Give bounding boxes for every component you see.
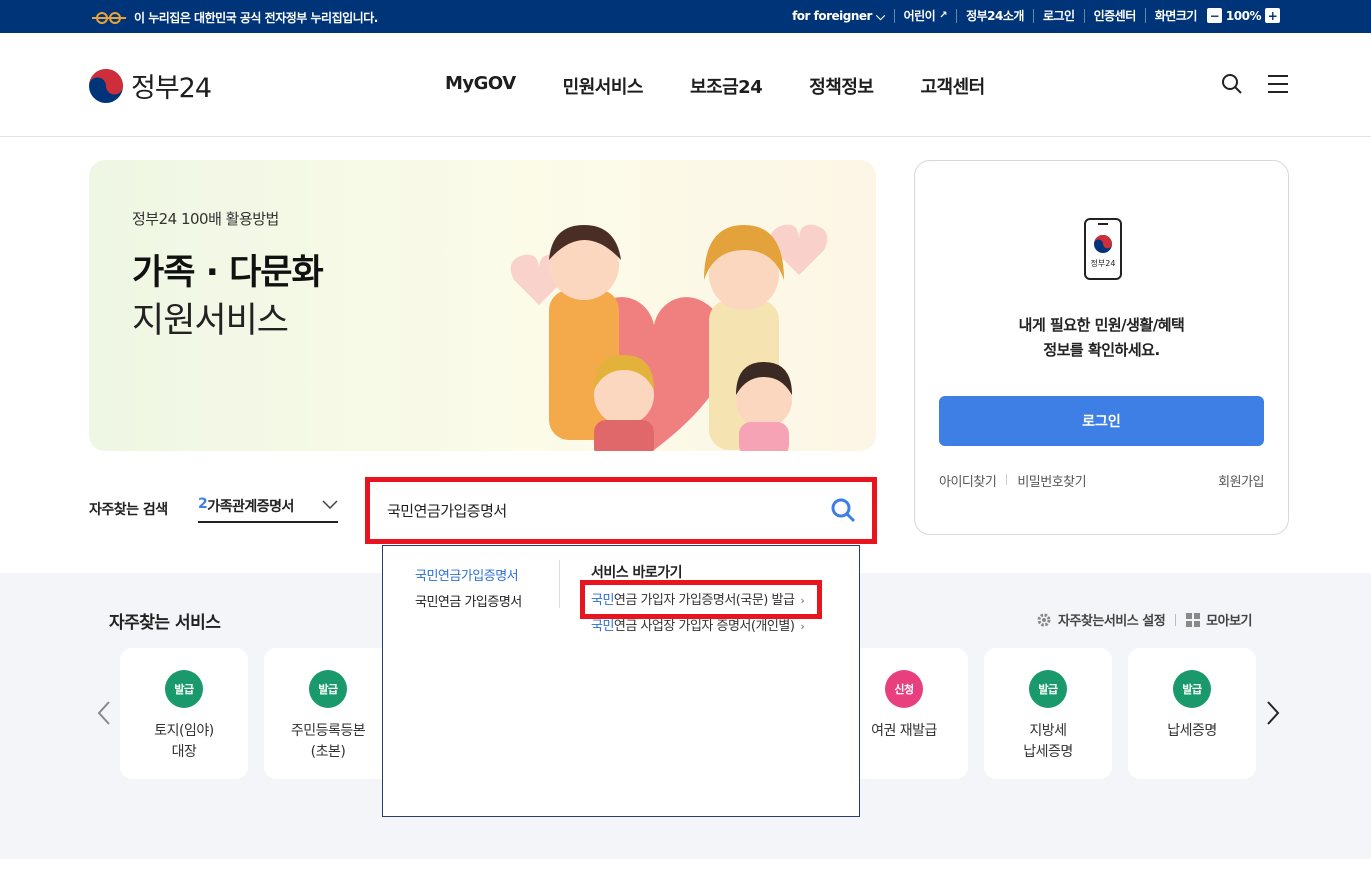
zoom-control: 화면크기 − 100% + — [1144, 8, 1289, 23]
carousel-prev-arrow[interactable] — [96, 700, 112, 726]
top-links: for foreigner ⌵ 어린이 ↗ 정부24소개 로그인 인증센터 화면크기… — [783, 8, 1289, 23]
service-card[interactable]: 발급 지방세 납세증명 — [984, 648, 1112, 779]
suggestion-item[interactable]: 국민연금가입증명서 — [415, 564, 522, 590]
carousel-next-arrow[interactable] — [1265, 700, 1281, 726]
service-shortcuts-header: 서비스 바로가기 — [591, 565, 683, 581]
zoom-in-button[interactable]: + — [1265, 8, 1280, 23]
nav-customer-center[interactable]: 고객센터 — [920, 73, 985, 99]
suggestion-list: 국민연금가입증명서 국민연금 가입증명서 — [415, 564, 522, 616]
service-badge: 신청 — [885, 670, 923, 708]
find-password-link[interactable]: 비밀번호찾기 — [1017, 471, 1086, 490]
for-foreigner-link[interactable]: for foreigner ⌵ — [783, 9, 894, 23]
gov-notice: 이 누리집은 대한민국 공식 전자정부 누리집입니다. — [90, 9, 378, 26]
chevron-down-icon: ⌵ — [875, 8, 885, 23]
frequent-services-actions: 자주찾는서비스 설정 모아보기 — [1036, 610, 1252, 629]
login-button[interactable]: 로그인 — [939, 396, 1264, 446]
cert-center-link[interactable]: 인증센터 — [1083, 8, 1145, 23]
search-input[interactable] — [387, 501, 807, 520]
promo-banner[interactable]: 정부24 100배 활용방법 가족 · 다문화 지원서비스 — [89, 160, 876, 451]
external-link-icon: ↗ — [939, 9, 948, 21]
login-panel: 정부24 내게 필요한 민원/생활/혜택 정보를 확인하세요. 로그인 아이디찾… — [914, 160, 1289, 535]
login-message: 내게 필요한 민원/생활/혜택 정보를 확인하세요. — [1018, 316, 1185, 359]
search-bar — [375, 487, 867, 534]
top-utility-bar: 이 누리집은 대한민국 공식 전자정부 누리집입니다. for foreigne… — [0, 0, 1371, 33]
top-login-link[interactable]: 로그인 — [1032, 8, 1084, 23]
divider — [559, 560, 560, 608]
service-name: 토지(임야) 대장 — [154, 723, 214, 760]
find-id-link[interactable]: 아이디찾기 — [939, 471, 997, 490]
shortcut-highlight-box — [580, 580, 822, 619]
mobile-app-icon: 정부24 — [1084, 218, 1122, 280]
nav-civil-services[interactable]: 민원서비스 — [563, 73, 644, 99]
service-badge: 발급 — [165, 670, 203, 708]
main-nav: MyGOV 민원서비스 보조금24 정책정보 고객센터 — [445, 73, 985, 99]
banner-title-line2: 지원서비스 — [132, 301, 289, 341]
frequent-services-settings[interactable]: 자주찾는서비스 설정 — [1036, 610, 1166, 629]
header-icons — [1221, 73, 1289, 95]
service-name: 주민등록등본 (초본) — [290, 723, 366, 760]
site-logo[interactable]: 정부24 — [89, 66, 212, 105]
gear-icon — [1037, 613, 1051, 626]
frequent-search-value: 가족관계증명서 — [207, 499, 294, 515]
grid-icon — [1186, 612, 1201, 627]
service-badge: 발급 — [309, 670, 347, 708]
service-badge: 발급 — [1173, 670, 1211, 708]
frequent-search-label: 자주찾는 검색 — [89, 502, 168, 518]
zoom-out-button[interactable]: − — [1206, 8, 1222, 23]
search-autocomplete-dropdown: 국민연금가입증명서 국민연금 가입증명서 서비스 바로가기 국민연금 가입자 가… — [382, 545, 860, 817]
banner-subtitle: 정부24 100배 활용방법 — [132, 210, 279, 228]
service-name: 납세증명 — [1167, 723, 1217, 739]
family-illustration — [510, 224, 828, 451]
menu-icon[interactable] — [1267, 73, 1289, 95]
service-card[interactable]: 발급 주민등록등본 (초본) — [264, 648, 392, 779]
banner-title-line1: 가족 · 다문화 — [132, 253, 324, 293]
search-icon — [831, 498, 856, 523]
nav-subsidy24[interactable]: 보조금24 — [690, 73, 763, 99]
login-links: 아이디찾기 비밀번호찾기 회원가입 — [939, 471, 1264, 490]
signup-link[interactable]: 회원가입 — [1218, 471, 1264, 490]
search-button[interactable] — [830, 497, 856, 523]
service-badge: 발급 — [1029, 670, 1067, 708]
taegeuk-logo-icon — [89, 68, 123, 103]
service-card[interactable]: 발급 납세증명 — [1128, 648, 1256, 779]
service-name: 지방세 납세증명 — [1023, 723, 1073, 760]
service-card[interactable]: 발급 토지(임야) 대장 — [120, 648, 248, 779]
frequent-search-select[interactable]: 2 가족관계증명서 — [198, 496, 338, 523]
zoom-label: 화면크기 — [1154, 8, 1198, 23]
kids-link[interactable]: 어린이 ↗ — [893, 8, 957, 23]
about-link[interactable]: 정부24소개 — [956, 8, 1033, 23]
logo-text: 정부24 — [131, 73, 212, 104]
nav-mygov[interactable]: MyGOV — [445, 73, 516, 99]
zoom-value: 100% — [1225, 8, 1262, 23]
svg-text:정부24: 정부24 — [1091, 258, 1116, 268]
view-all-button[interactable]: 모아보기 — [1186, 610, 1252, 629]
divider — [1006, 474, 1008, 485]
frequent-services-title: 자주찾는 서비스 — [109, 613, 221, 633]
nav-policy-info[interactable]: 정책정보 — [809, 73, 874, 99]
frequent-search-rank: 2 — [198, 496, 208, 512]
search-icon[interactable] — [1221, 73, 1243, 95]
divider — [1175, 613, 1177, 626]
site-header: 정부24 MyGOV 민원서비스 보조금24 정책정보 고객센터 — [0, 33, 1371, 137]
egov-logo-icon — [92, 11, 126, 24]
gov-notice-text: 이 누리집은 대한민국 공식 전자정부 누리집입니다. — [134, 11, 378, 25]
chevron-down-icon — [322, 500, 338, 510]
suggestion-item[interactable]: 국민연금 가입증명서 — [415, 590, 522, 616]
